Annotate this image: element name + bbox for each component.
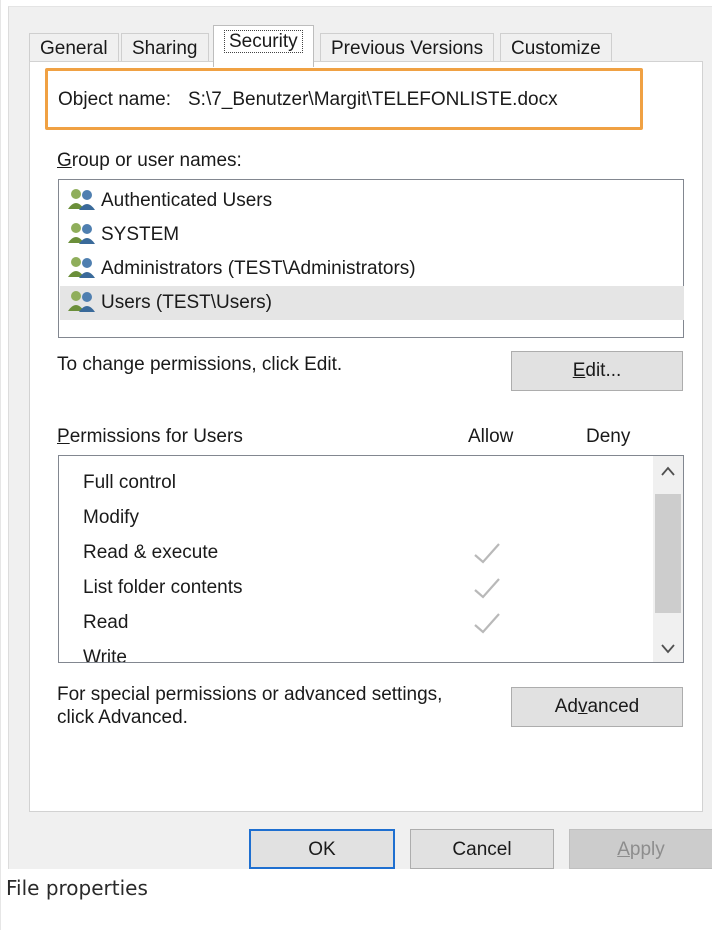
group-names-accel: G bbox=[57, 150, 72, 171]
user-item-administrators[interactable]: Administrators (TEST\Administrators) bbox=[67, 252, 683, 286]
tab-security-label: Security bbox=[224, 30, 303, 53]
tab-security[interactable]: Security bbox=[213, 25, 314, 67]
allow-list-folder-contents-check-icon bbox=[474, 578, 500, 599]
advanced-hint-line1: For special permissions or advanced sett… bbox=[57, 684, 443, 705]
users-group-icon bbox=[68, 189, 95, 210]
advanced-hint-line2: click Advanced. bbox=[57, 707, 188, 728]
properties-dialog: General Sharing Security Previous Versio… bbox=[8, 6, 712, 869]
apply-button-accel: A bbox=[617, 839, 630, 860]
users-group-icon bbox=[68, 291, 95, 312]
page-edge bbox=[0, 0, 1, 930]
perm-row-write: Write bbox=[83, 647, 127, 663]
edit-button-post: dit... bbox=[585, 360, 622, 381]
deny-header: Deny bbox=[586, 426, 631, 447]
advanced-button-pre: Ad bbox=[554, 696, 578, 717]
ok-button[interactable]: OK bbox=[249, 829, 395, 869]
change-permissions-hint: To change permissions, click Edit. bbox=[57, 354, 343, 375]
perm-row-read-execute: Read & execute bbox=[83, 542, 219, 563]
permissions-label-text: ermissions for Users bbox=[69, 426, 243, 447]
users-group-icon bbox=[68, 223, 95, 244]
user-item-system[interactable]: SYSTEM bbox=[67, 218, 683, 252]
allow-header: Allow bbox=[468, 426, 514, 447]
perm-row-list-folder-contents: List folder contents bbox=[83, 577, 243, 598]
user-item-users[interactable]: Users (TEST\Users) bbox=[60, 286, 684, 320]
tab-customize-label: Customize bbox=[511, 38, 601, 59]
advanced-button[interactable]: Advanced bbox=[511, 687, 683, 727]
tab-sharing-label: Sharing bbox=[132, 38, 198, 59]
users-group-icon bbox=[68, 257, 95, 278]
group-names-label-text: roup or user names: bbox=[71, 150, 242, 171]
cancel-button[interactable]: Cancel bbox=[410, 829, 554, 869]
security-panel: Object name: S:\7_Benutzer\Margit\TELEFO… bbox=[29, 61, 703, 812]
scrollbar-thumb[interactable] bbox=[655, 494, 681, 613]
perm-row-full-control: Full control bbox=[83, 472, 176, 493]
user-item-label: SYSTEM bbox=[101, 224, 180, 245]
advanced-button-post: anced bbox=[587, 696, 640, 717]
user-item-label: Authenticated Users bbox=[101, 190, 273, 211]
group-user-listbox[interactable]: Authenticated Users SYSTEM Administrator… bbox=[58, 179, 684, 338]
perm-row-modify: Modify bbox=[83, 507, 139, 528]
perm-row-read: Read bbox=[83, 612, 129, 633]
object-name-label: Object name: bbox=[58, 89, 171, 110]
figure-caption: File properties bbox=[6, 876, 148, 900]
permissions-list[interactable]: Full control Modify Read & execute List … bbox=[58, 455, 684, 663]
tab-previous-versions-label: Previous Versions bbox=[331, 38, 484, 59]
object-name-value: S:\7_Benutzer\Margit\TELEFONLISTE.docx bbox=[188, 89, 558, 110]
group-names-label: Group or user names: bbox=[57, 150, 242, 172]
apply-button-rest: pply bbox=[629, 839, 665, 860]
permissions-accel: P bbox=[57, 426, 70, 447]
scroll-down-icon[interactable] bbox=[660, 642, 676, 654]
allow-read-execute-check-icon bbox=[474, 543, 500, 564]
object-name-box: Object name: S:\7_Benutzer\Margit\TELEFO… bbox=[45, 68, 643, 130]
user-item-authenticated-users[interactable]: Authenticated Users bbox=[67, 184, 683, 218]
permissions-label: Permissions for Users bbox=[57, 426, 243, 448]
permissions-scrollbar[interactable] bbox=[653, 456, 683, 662]
scroll-up-icon[interactable] bbox=[660, 465, 676, 477]
edit-button-accel: E bbox=[572, 360, 586, 381]
edit-button[interactable]: Edit... bbox=[511, 351, 683, 391]
user-item-label: Administrators (TEST\Administrators) bbox=[101, 258, 416, 279]
user-item-label: Users (TEST\Users) bbox=[101, 292, 272, 313]
allow-read-check-icon bbox=[474, 613, 500, 634]
apply-button[interactable]: Apply bbox=[569, 829, 712, 869]
tab-general-label: General bbox=[40, 38, 108, 59]
